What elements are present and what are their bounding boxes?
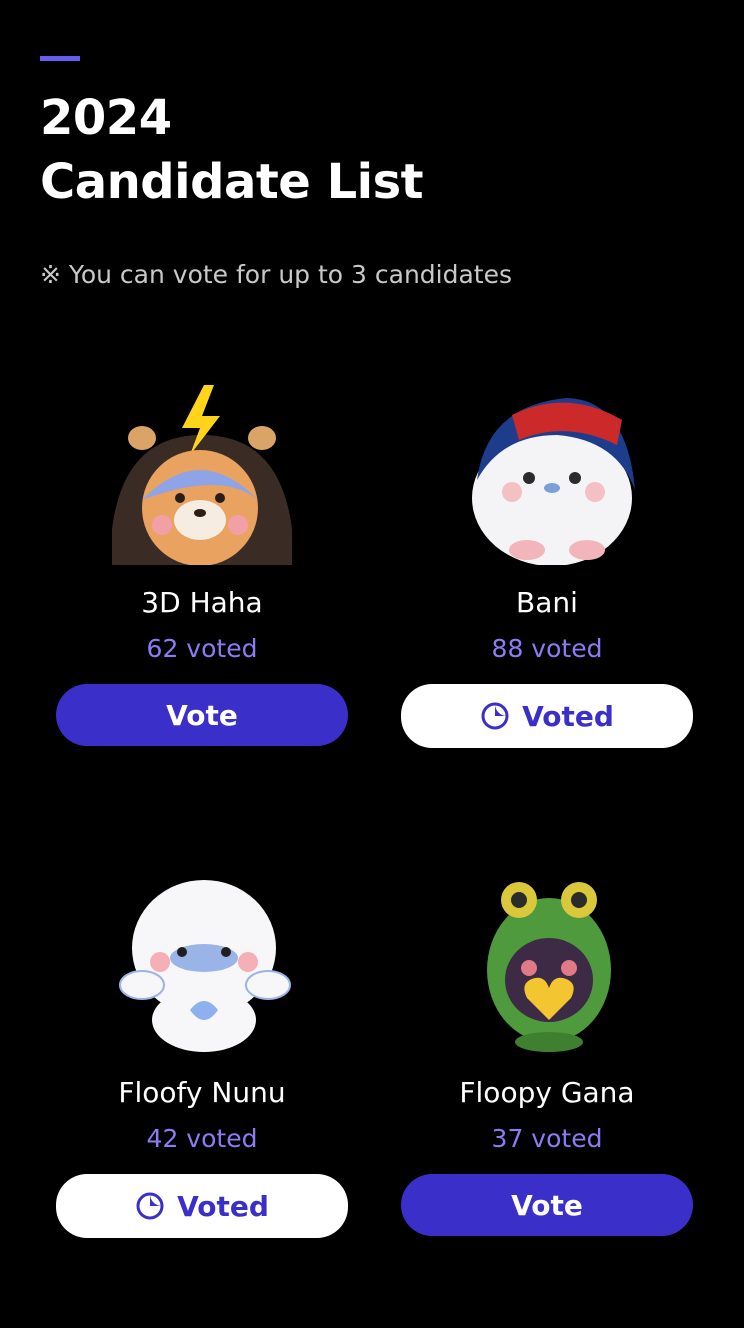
vote-button-label: Vote bbox=[511, 1188, 583, 1222]
vote-count: 42 voted bbox=[146, 1124, 258, 1153]
accent-bar bbox=[40, 56, 80, 61]
voted-button[interactable]: Voted bbox=[401, 684, 693, 748]
candidate-name: Floofy Nunu bbox=[118, 1076, 286, 1109]
candidate-card: 3D Haha 62 voted Vote bbox=[55, 380, 349, 760]
moon-icon bbox=[135, 1191, 165, 1221]
bunny-cap-icon bbox=[457, 380, 637, 565]
page-title: 2024 Candidate List bbox=[40, 86, 424, 214]
title-year: 2024 bbox=[40, 90, 172, 146]
candidate-name: Bani bbox=[516, 586, 578, 619]
candidate-name: Floopy Gana bbox=[459, 1076, 635, 1109]
vote-count: 37 voted bbox=[491, 1124, 603, 1153]
candidate-name: 3D Haha bbox=[141, 586, 263, 619]
voted-button[interactable]: Voted bbox=[56, 1174, 348, 1238]
vote-limit-note: ※ You can vote for up to 3 candidates bbox=[40, 260, 513, 289]
vote-count: 62 voted bbox=[146, 634, 258, 663]
vote-button[interactable]: Vote bbox=[56, 684, 348, 746]
vote-button[interactable]: Vote bbox=[401, 1174, 693, 1236]
voted-button-label: Voted bbox=[177, 1189, 269, 1223]
bear-lightning-icon bbox=[112, 380, 292, 565]
vote-count: 88 voted bbox=[491, 634, 603, 663]
candidate-card: Bani 88 voted Voted bbox=[400, 380, 694, 760]
candidate-card: Floopy Gana 37 voted Vote bbox=[400, 870, 694, 1250]
voted-button-label: Voted bbox=[522, 699, 614, 733]
moon-icon bbox=[480, 701, 510, 731]
fluffy-seal-icon bbox=[112, 870, 292, 1055]
vote-button-label: Vote bbox=[166, 698, 238, 732]
candidate-card: Floofy Nunu 42 voted Voted bbox=[55, 870, 349, 1250]
frog-heart-icon bbox=[457, 870, 637, 1055]
title-text: Candidate List bbox=[40, 154, 424, 210]
